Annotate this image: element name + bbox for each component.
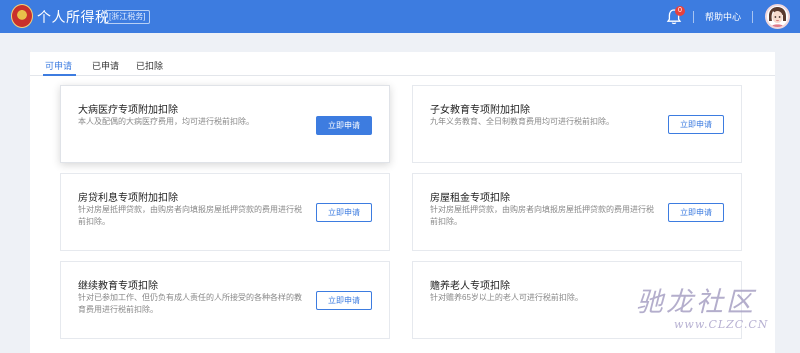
header-divider: [752, 11, 753, 23]
card-description: 针对房屋抵押贷款，由购房者向填报房屋抵押贷款的费用进行税前扣除。: [430, 205, 654, 226]
card-children-education: 子女教育专项附加扣除 九年义务教育、全日制教育费用均可进行税前扣除。 立即申请: [412, 85, 742, 163]
user-avatar-icon[interactable]: [765, 4, 790, 29]
tab-applied[interactable]: 已申请: [92, 59, 119, 72]
card-description: 九年义务教育、全日制教育费用均可进行税前扣除。: [430, 117, 614, 126]
card-title: 继续教育专项扣除: [78, 281, 158, 292]
card-description: 针对房屋抵押贷款，由购房者向填报房屋抵押贷款的费用进行税前扣除。: [78, 205, 302, 226]
site-watermark: 驰龙社区 www.CLZC.CN: [636, 280, 794, 338]
avatar-face-icon: [769, 7, 786, 27]
region-badge: [浙江税务]: [104, 10, 151, 24]
notification-count-badge: 0: [675, 6, 685, 16]
help-center-link[interactable]: 帮助中心: [705, 10, 741, 23]
watermark-text: 驰龙社区: [636, 287, 756, 318]
tab-bar: 可申请 已申请 已扣除: [30, 52, 775, 76]
apply-now-button[interactable]: 立即申请: [316, 116, 372, 135]
card-description: 针对已参加工作、但仍负有成人责任的人所接受的各种各样的教育费用进行税前扣除。: [78, 293, 302, 314]
top-navigation-bar: 个人所得税 [浙江税务] 0 帮助中心: [0, 0, 800, 33]
apply-now-button[interactable]: 立即申请: [668, 203, 724, 222]
active-tab-indicator: [43, 74, 76, 76]
tax-emblem-icon: [11, 4, 33, 28]
tab-deducted[interactable]: 已扣除: [136, 59, 163, 72]
card-continuing-education: 继续教育专项扣除 针对已参加工作、但仍负有成人责任的人所接受的各种各样的教育费用…: [60, 261, 390, 339]
app-title: 个人所得税: [37, 9, 110, 25]
watermark-url: www.CLZC.CN: [674, 318, 769, 331]
card-title: 房贷利息专项附加扣除: [78, 193, 178, 204]
tab-available[interactable]: 可申请: [45, 59, 72, 72]
apply-now-button[interactable]: 立即申请: [316, 203, 372, 222]
card-title: 子女教育专项附加扣除: [430, 105, 530, 116]
card-title: 大病医疗专项附加扣除: [78, 105, 178, 116]
card-mortgage-interest: 房贷利息专项附加扣除 针对房屋抵押贷款，由购房者向填报房屋抵押贷款的费用进行税前…: [60, 173, 390, 251]
card-serious-illness: 大病医疗专项附加扣除 本人及配偶的大病医疗费用，均可进行税前扣除。 立即申请: [60, 85, 390, 163]
header-divider: [693, 11, 694, 23]
card-title: 房屋租金专项扣除: [430, 193, 510, 204]
apply-now-button[interactable]: 立即申请: [316, 291, 372, 310]
card-housing-rent: 房屋租金专项扣除 针对房屋抵押贷款，由购房者向填报房屋抵押贷款的费用进行税前扣除…: [412, 173, 742, 251]
card-description: 针对赡养65岁以上的老人可进行税前扣除。: [430, 293, 583, 302]
card-title: 赡养老人专项扣除: [430, 281, 510, 292]
apply-now-button[interactable]: 立即申请: [668, 115, 724, 134]
card-description: 本人及配偶的大病医疗费用，均可进行税前扣除。: [78, 117, 254, 126]
